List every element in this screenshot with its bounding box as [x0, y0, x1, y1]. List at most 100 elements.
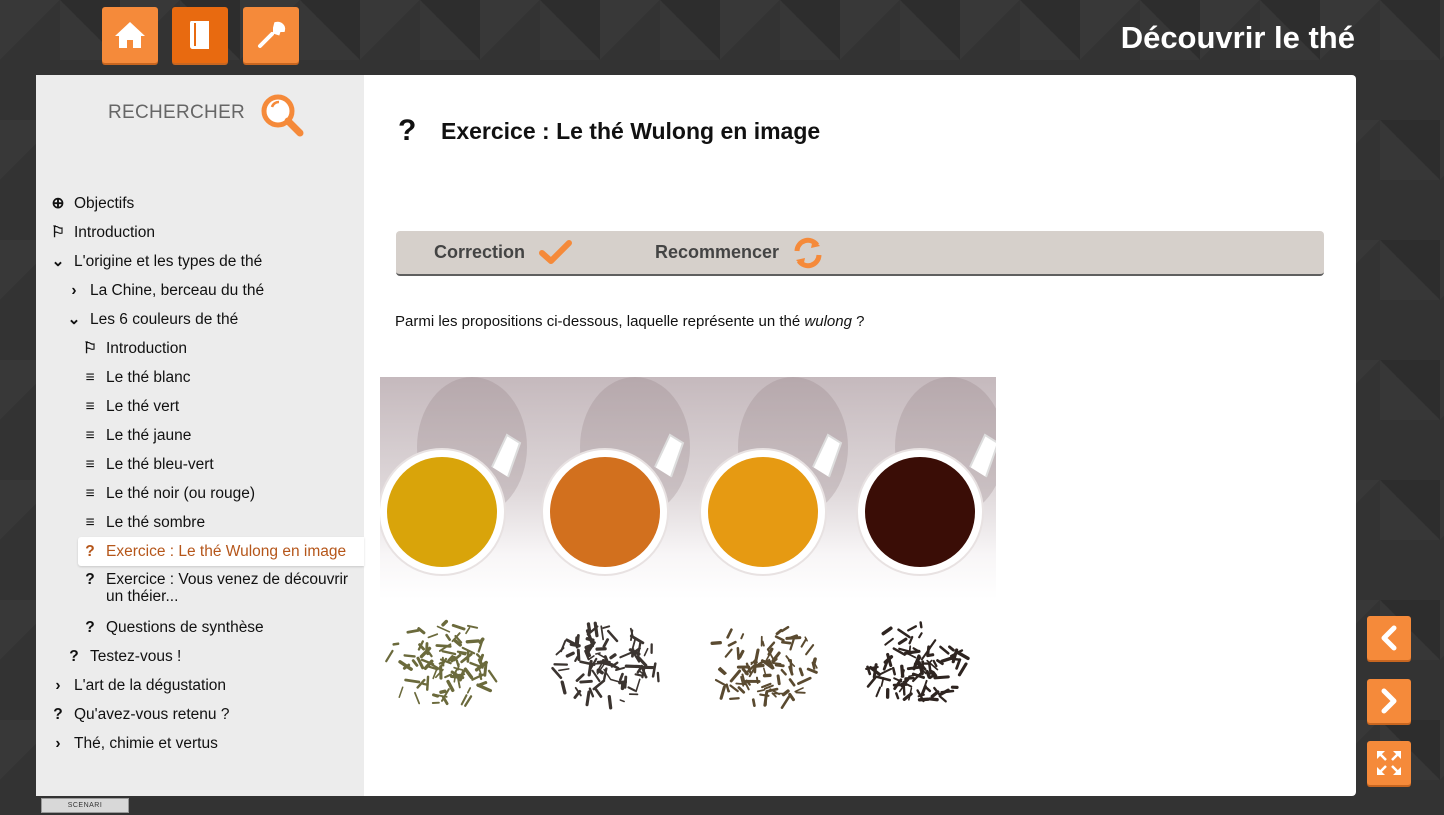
- text-lines-icon: ≡: [85, 426, 95, 444]
- nav-item-vert[interactable]: ≡ Le thé vert: [36, 392, 364, 421]
- question-icon: ?: [53, 705, 63, 723]
- text-lines-icon: ≡: [85, 368, 95, 386]
- nav-item-origine[interactable]: ⌄ L'origine et les types de thé: [36, 247, 364, 276]
- previous-button[interactable]: [1367, 616, 1411, 660]
- text-lines-icon: ≡: [85, 484, 95, 502]
- nav-label: Testez-vous !: [90, 647, 182, 665]
- nav-label: Exercice : Le thé Wulong en image: [106, 542, 347, 560]
- leaf-pile: [385, 619, 498, 707]
- nav-label: Le thé sombre: [106, 513, 206, 531]
- outline-nav: ⊕ Objectifs ⚐ Introduction ⌄ L'origine e…: [36, 189, 364, 758]
- leaf-pile: [551, 621, 660, 710]
- nav-label: Les 6 couleurs de thé: [90, 310, 239, 328]
- question-icon: ?: [85, 618, 95, 636]
- flag-icon: ⚐: [51, 224, 65, 241]
- wrench-icon: [258, 21, 286, 48]
- nav-label: Introduction: [106, 339, 187, 357]
- search-label[interactable]: RECHERCHER: [108, 102, 245, 124]
- chevron-down-icon: ⌄: [51, 253, 65, 270]
- nav-label: Exercice : Vous venez de découvrir un th…: [106, 571, 348, 605]
- nav-label: Le thé noir (ou rouge): [106, 484, 256, 502]
- nav-label-line2: un théier...: [106, 588, 179, 605]
- book-icon: [190, 21, 209, 49]
- question-text-em: wulong: [804, 313, 852, 330]
- scenari-badge[interactable]: SCENARI: [41, 798, 129, 813]
- nav-item-exercice-theier[interactable]: ? Exercice : Vous venez de découvrir un …: [36, 566, 364, 613]
- nav-item-sombre[interactable]: ≡ Le thé sombre: [36, 508, 364, 537]
- site-title: Découvrir le thé: [1120, 20, 1355, 55]
- refresh-icon: [794, 237, 822, 268]
- nav-label: Le thé vert: [106, 397, 180, 415]
- nav-item-retenu[interactable]: ? Qu'avez-vous retenu ?: [36, 700, 364, 729]
- nav-label: Introduction: [74, 223, 155, 241]
- question-text-before: Parmi les propositions ci-dessous, laque…: [395, 313, 805, 330]
- nav-label: Thé, chimie et vertus: [74, 734, 218, 752]
- nav-item-bleuvert[interactable]: ≡ Le thé bleu-vert: [36, 450, 364, 479]
- scenari-label: SCENARI: [67, 802, 103, 809]
- leaf-pile: [865, 621, 970, 703]
- nav-label-line1: Exercice : Vous venez de découvrir: [106, 571, 349, 588]
- page-title: Exercice : Le thé Wulong en image: [441, 118, 821, 144]
- home-button[interactable]: [102, 7, 158, 63]
- home-icon: [115, 22, 145, 48]
- nav-label: Le thé blanc: [106, 368, 191, 386]
- fullscreen-icon: [1377, 751, 1401, 775]
- text-lines-icon: ≡: [85, 513, 95, 531]
- chevron-right-icon: ›: [55, 734, 61, 752]
- target-icon: ⊕: [51, 195, 65, 212]
- nav-item-degustation[interactable]: › L'art de la dégustation: [36, 671, 364, 700]
- question-icon: ?: [85, 571, 95, 588]
- nav-label: Le thé jaune: [106, 426, 192, 444]
- recommencer-label: Recommencer: [655, 242, 780, 262]
- nav-label: L'art de la dégustation: [74, 676, 227, 694]
- correction-label: Correction: [434, 242, 526, 262]
- question-text: Parmi les propositions ci-dessous, laque…: [395, 313, 864, 330]
- nav-item-objectifs[interactable]: ⊕ Objectifs: [36, 189, 364, 218]
- chevron-down-icon: ⌄: [67, 311, 81, 328]
- question-icon: ?: [85, 542, 95, 560]
- text-lines-icon: ≡: [85, 397, 95, 415]
- chevron-right-icon: ›: [71, 281, 77, 299]
- checkmark-icon: [539, 239, 573, 264]
- nav-label: Qu'avez-vous retenu ?: [74, 705, 230, 723]
- book-button[interactable]: [172, 7, 228, 63]
- magnifier-icon[interactable]: [260, 93, 306, 144]
- leaf-pile: [710, 625, 818, 709]
- nav-item-exercice-wulong[interactable]: ? Exercice : Le thé Wulong en image: [78, 537, 364, 566]
- nav-item-testez[interactable]: ? Testez-vous !: [36, 642, 364, 671]
- nav-item-jaune[interactable]: ≡ Le thé jaune: [36, 421, 364, 450]
- nav-label: La Chine, berceau du thé: [90, 281, 265, 299]
- tea-cups-image[interactable]: [380, 377, 996, 748]
- nav-item-introduction[interactable]: ⚐ Introduction: [36, 218, 364, 247]
- correction-button[interactable]: Correction: [434, 231, 573, 274]
- nav-item-synthese[interactable]: ? Questions de synthèse: [36, 613, 364, 642]
- chevron-right-icon: [1381, 688, 1397, 714]
- next-button[interactable]: [1367, 679, 1411, 723]
- nav-item-chine[interactable]: › La Chine, berceau du thé: [36, 276, 364, 305]
- sidebar: RECHERCHER ⊕ Objectifs ⚐ Introduction ⌄ …: [36, 75, 364, 796]
- nav-label: Questions de synthèse: [106, 618, 264, 636]
- exercise-toolbar: Correction Recommencer: [396, 231, 1324, 276]
- tea-image-graphic: [380, 377, 996, 710]
- recommencer-button[interactable]: Recommencer: [655, 231, 825, 274]
- tea-cup: [856, 377, 996, 576]
- nav-label: Objectifs: [74, 194, 135, 212]
- question-text-after: ?: [851, 313, 865, 330]
- nav-item-couleurs[interactable]: ⌄ Les 6 couleurs de thé: [36, 305, 364, 334]
- nav-item-noir[interactable]: ≡ Le thé noir (ou rouge): [36, 479, 364, 508]
- nav-label: Le thé bleu-vert: [106, 455, 214, 473]
- question-icon: ?: [69, 647, 79, 665]
- question-icon: ?: [398, 114, 417, 147]
- tools-button[interactable]: [243, 7, 299, 63]
- nav-label: L'origine et les types de thé: [74, 252, 263, 270]
- chevron-right-icon: ›: [55, 676, 61, 694]
- text-lines-icon: ≡: [85, 455, 95, 473]
- nav-item-introduction-2[interactable]: ⚐ Introduction: [36, 334, 364, 363]
- fullscreen-button[interactable]: [1367, 741, 1411, 785]
- chevron-left-icon: [1381, 625, 1397, 651]
- nav-item-blanc[interactable]: ≡ Le thé blanc: [36, 363, 364, 392]
- flag-icon: ⚐: [83, 340, 97, 357]
- tea-cup: [541, 377, 690, 576]
- nav-item-chimie[interactable]: › Thé, chimie et vertus: [36, 729, 364, 758]
- tea-cup: [699, 377, 848, 576]
